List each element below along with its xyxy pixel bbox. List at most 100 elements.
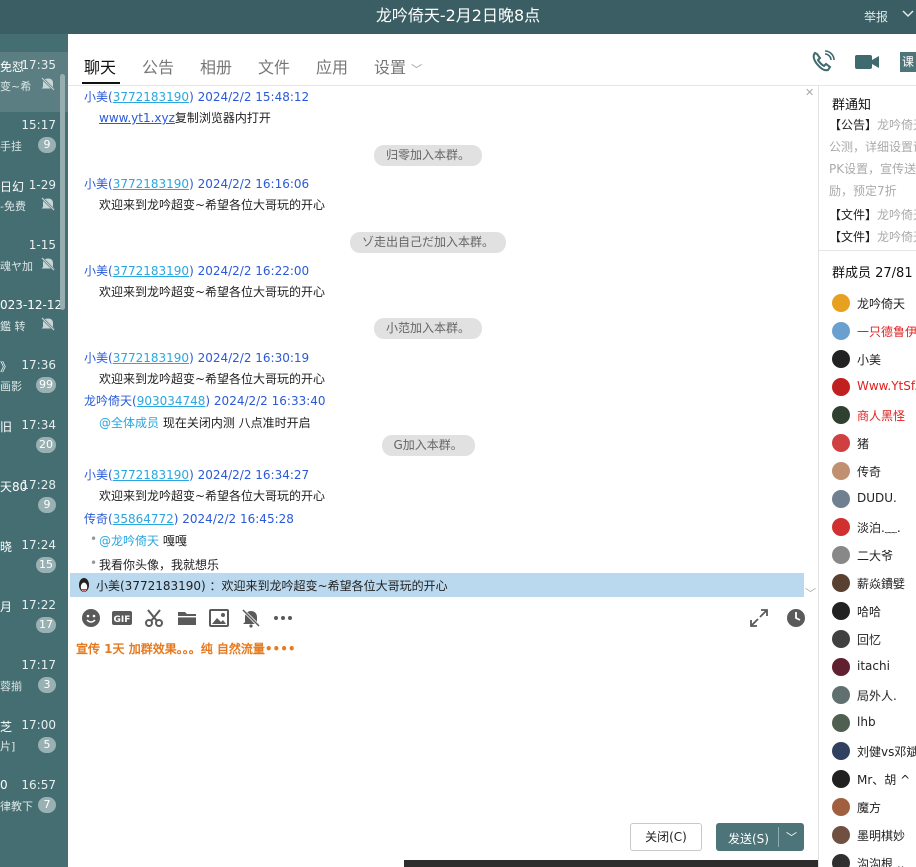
member-item[interactable]: 刘健vs邓斌 xyxy=(832,740,916,762)
mention[interactable]: @全体成员 xyxy=(99,416,159,430)
conversation-item[interactable]: 日幻 1-29 -免费 xyxy=(0,172,68,232)
member-item[interactable]: 淡泊.﹏. xyxy=(832,516,916,538)
sender-name[interactable]: 传奇 xyxy=(84,512,108,526)
conversation-item[interactable]: 1-15 魂ヤ加 xyxy=(0,232,68,292)
conversation-item[interactable]: 023-12-12 鑑 转 xyxy=(0,292,68,352)
video-call-icon[interactable] xyxy=(854,50,880,74)
member-item[interactable]: itachi xyxy=(832,656,916,678)
pinned-message[interactable]: 小美(3772183190) ：欢迎来到龙吟超变~希望各位大哥玩的开心 xyxy=(70,573,804,597)
conversation-item[interactable]: 天80 17:28 9 xyxy=(0,472,68,532)
close-button[interactable]: 关闭(C) xyxy=(630,823,702,851)
message-header: 小美(3772183190) 2024/2/2 16:22:00 xyxy=(84,264,310,278)
sender-name[interactable]: 小美 xyxy=(84,468,108,482)
message-text: 欢迎来到龙吟超变~希望各位大哥玩的开心 xyxy=(99,372,326,386)
mention[interactable]: @龙吟倚天 xyxy=(99,534,159,548)
member-item[interactable]: 沟沟根 .. xyxy=(832,852,916,867)
sender-qq[interactable]: 3772183190 xyxy=(113,468,189,482)
member-item[interactable]: lhb xyxy=(832,712,916,734)
tab-settings[interactable]: 设置 ﹀ xyxy=(374,54,422,78)
member-item[interactable]: 猪 xyxy=(832,432,916,454)
member-item[interactable]: 局外人. xyxy=(832,684,916,706)
notice-line[interactable]: PK设置，宣传送划 xyxy=(829,160,916,177)
history-clock-icon[interactable] xyxy=(785,607,807,629)
avatar xyxy=(832,294,850,312)
send-button[interactable]: 发送(S) ﹀ xyxy=(716,823,804,851)
conversation-item[interactable]: 月 17:22 17 xyxy=(0,592,68,652)
emoji-icon[interactable] xyxy=(80,607,102,629)
member-name: 小美 xyxy=(857,353,882,367)
member-item[interactable]: 小美 xyxy=(832,348,916,370)
notice-prefix: 【文件】 xyxy=(829,208,878,222)
sender-qq[interactable]: 3772183190 xyxy=(113,90,189,104)
conversation-item[interactable]: 芝 17:00 片] 5 xyxy=(0,712,68,772)
member-item[interactable]: 魔方 xyxy=(832,796,916,818)
chevron-down-icon[interactable] xyxy=(902,8,914,22)
close-icon[interactable]: ✕ xyxy=(805,86,814,99)
notice-line[interactable]: 【公告】龙吟倚天 xyxy=(829,116,916,133)
tab-chat[interactable]: 聊天 xyxy=(84,54,116,78)
conversation-item[interactable]: 晓 17:24 15 xyxy=(0,532,68,592)
member-item[interactable]: Mr、胡 ^ xyxy=(832,768,916,790)
member-item[interactable]: 哈哈 xyxy=(832,600,916,622)
title-bar: 龙吟倚天-2月2日晚8点 举报 xyxy=(0,0,916,34)
tab-album[interactable]: 相册 xyxy=(200,54,232,78)
conversation-item[interactable]: 15:17 手挂 9 xyxy=(0,112,68,172)
notice-line[interactable]: 【文件】龙吟倚天 xyxy=(829,206,916,223)
unread-badge: 99 xyxy=(36,377,56,393)
sender-qq[interactable]: 3772183190 xyxy=(113,351,189,365)
member-item[interactable]: 传奇 xyxy=(832,460,916,482)
conversation-item[interactable]: 》 17:36 画影 99 xyxy=(0,352,68,412)
unread-badge: 3 xyxy=(38,677,56,693)
conversation-name: 月 xyxy=(0,600,13,614)
group-notice-title: 群通知 xyxy=(832,98,872,113)
sender-name[interactable]: 龙吟倚天 xyxy=(84,394,132,408)
mute-bell-icon[interactable] xyxy=(240,607,262,629)
member-item[interactable]: 龙吟倚天 xyxy=(832,292,916,314)
notice-line[interactable]: 励，预定7折 xyxy=(829,182,897,199)
sender-name[interactable]: 小美 xyxy=(84,177,108,191)
tab-announcement[interactable]: 公告 xyxy=(142,54,174,78)
chevron-down-icon[interactable]: ﹀ xyxy=(786,829,797,845)
conversation-item[interactable]: 旧 17:34 20 xyxy=(0,412,68,472)
phone-icon[interactable] xyxy=(810,50,836,74)
sender-name[interactable]: 小美 xyxy=(84,351,108,365)
notice-line[interactable]: 公测，详细设置谅 xyxy=(829,138,916,155)
message-link[interactable]: www.yt1.xyz xyxy=(99,111,175,125)
course-button[interactable]: 课 xyxy=(900,52,916,72)
sender-name[interactable]: 小美 xyxy=(84,264,108,278)
notice-prefix: 【公告】 xyxy=(829,118,878,132)
sender-qq[interactable]: 3772183190 xyxy=(113,264,189,278)
scissors-icon[interactable] xyxy=(143,607,165,629)
gif-icon[interactable]: GIF xyxy=(111,607,133,629)
member-item[interactable]: 墨明棋妙 xyxy=(832,824,916,846)
expand-icon[interactable] xyxy=(748,607,770,629)
sidebar-scrollbar[interactable] xyxy=(60,74,65,310)
member-item[interactable]: DUDU. xyxy=(832,488,916,510)
member-item[interactable]: 回忆 xyxy=(832,628,916,650)
qq-chat-window: { "window":{"title":"龙吟倚天-2月2日晚8点","repo… xyxy=(0,0,916,867)
report-button[interactable]: 举报 xyxy=(864,8,888,25)
member-item[interactable]: Www.YtSf. xyxy=(832,376,916,398)
sender-qq[interactable]: 35864772 xyxy=(113,512,174,526)
member-item[interactable]: 薪焱鐨嬖 xyxy=(832,572,916,594)
more-icon[interactable] xyxy=(272,607,294,629)
message-input[interactable]: 宣传 1天 加群效果。。。纯 自然流量•••• xyxy=(76,640,296,657)
image-icon[interactable] xyxy=(208,607,230,629)
tab-apps[interactable]: 应用 xyxy=(316,54,348,78)
tab-files[interactable]: 文件 xyxy=(258,54,290,78)
avatar xyxy=(832,322,850,340)
conversation-item[interactable]: 0 16:57 律教下 7 xyxy=(0,772,68,832)
conversation-item[interactable]: 17:17 蓉揃 3 xyxy=(0,652,68,712)
sender-name[interactable]: 小美 xyxy=(84,90,108,104)
sender-qq[interactable]: 3772183190 xyxy=(113,177,189,191)
member-item[interactable]: 一只德鲁伊 xyxy=(832,320,916,342)
sender-qq[interactable]: 903034748 xyxy=(137,394,206,408)
member-item[interactable]: 商人黑怪 xyxy=(832,404,916,426)
conversation-time: 17:34 xyxy=(21,418,56,432)
notice-line[interactable]: 【文件】龙吟倚天 xyxy=(829,228,916,245)
message-text: 欢迎来到龙吟超变~希望各位大哥玩的开心 xyxy=(99,489,326,503)
member-item[interactable]: 二大爷 xyxy=(832,544,916,566)
conversation-item[interactable]: 免怼 17:35 变~希 xyxy=(0,52,68,112)
system-notice: G加入本群。 xyxy=(381,435,475,456)
folder-icon[interactable] xyxy=(176,607,198,629)
